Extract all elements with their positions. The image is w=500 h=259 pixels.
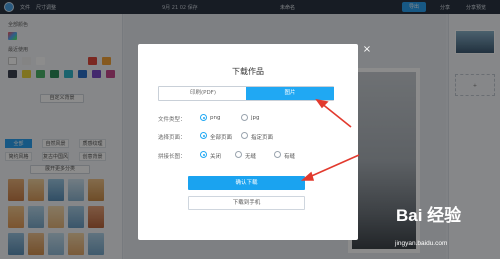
dialog-title: 下载作品 [232,67,264,76]
radio-with-gap-label: 有缝 [284,154,296,160]
tab-print-pdf[interactable]: 印刷(PDF) [159,87,247,100]
radio-seamless[interactable] [235,151,242,158]
radio-png[interactable] [200,114,207,121]
page-select-label: 选择页面： [158,135,186,141]
radio-specific-pages-label: 指定页面 [251,135,274,141]
radio-off[interactable] [200,151,207,158]
radio-seamless-label: 无缝 [245,154,257,160]
file-type-label: 文件类型： [158,117,186,123]
download-to-phone-button[interactable]: 下载到手机 [188,196,305,210]
radio-jpg-label: jpg [251,115,260,121]
radio-off-label: 关闭 [210,154,222,160]
radio-all-pages-label: 全部页面 [210,135,233,141]
tab-image[interactable]: 图片 [246,87,334,100]
radio-jpg[interactable] [241,114,248,121]
radio-specific-pages[interactable] [241,132,248,139]
radio-png-label: png [210,115,221,121]
download-dialog: 下载作品 印刷(PDF) 图片 文件类型： png jpg 选择页面： 全部页面… [138,44,358,240]
baidu-jingyan-watermark: Bai 经验 jingyan.baidu.com [386,196,496,256]
watermark-brand: Bai 经验 [396,206,462,225]
confirm-download-button[interactable]: 确认下载 [188,176,305,190]
close-icon[interactable]: × [362,45,372,55]
download-format-tabs: 印刷(PDF) 图片 [158,86,334,101]
long-image-label: 拼接长图： [158,154,186,160]
radio-all-pages[interactable] [200,132,207,139]
watermark-url: jingyan.baidu.com [395,240,448,247]
radio-with-gap[interactable] [274,151,281,158]
